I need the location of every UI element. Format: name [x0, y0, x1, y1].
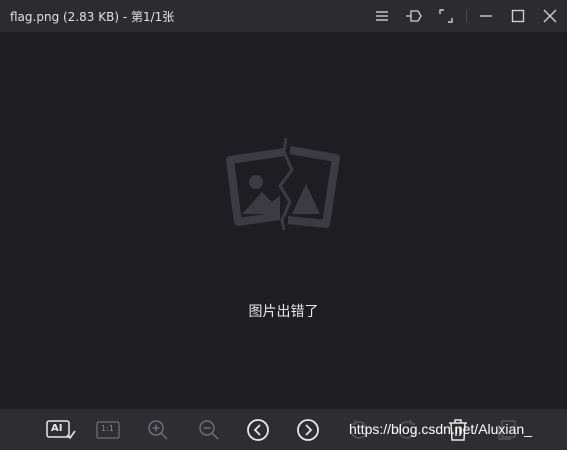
zoom-out-icon	[199, 420, 219, 440]
pin-icon[interactable]	[404, 6, 424, 26]
ai-label: AI	[51, 423, 63, 434]
actual-size-button[interactable]: 1:1	[96, 418, 120, 442]
error-message: 图片出错了	[248, 304, 319, 320]
minimize-icon[interactable]	[476, 6, 496, 26]
fullscreen-icon[interactable]	[436, 6, 456, 26]
window-title: flag.png (2.83 KB) - 第1/1张	[10, 10, 175, 24]
watermark-text: https://blog.csdn.net/Aluxian_	[349, 421, 532, 437]
title-bar: flag.png (2.83 KB) - 第1/1张	[0, 0, 567, 32]
ai-enhance-button[interactable]: AI	[46, 418, 76, 442]
zoom-in-button[interactable]	[146, 418, 170, 442]
next-icon	[297, 419, 319, 441]
zoom-out-button[interactable]	[197, 418, 221, 442]
menu-icon[interactable]	[372, 6, 392, 26]
actual-size-label: 1:1	[101, 424, 114, 433]
broken-image-icon	[226, 137, 340, 231]
previous-icon	[247, 419, 269, 441]
next-button[interactable]	[296, 418, 320, 442]
zoom-in-icon	[148, 420, 168, 440]
close-icon[interactable]	[540, 6, 560, 26]
previous-button[interactable]	[246, 418, 270, 442]
maximize-icon[interactable]	[508, 6, 528, 26]
title-separator	[466, 9, 467, 23]
